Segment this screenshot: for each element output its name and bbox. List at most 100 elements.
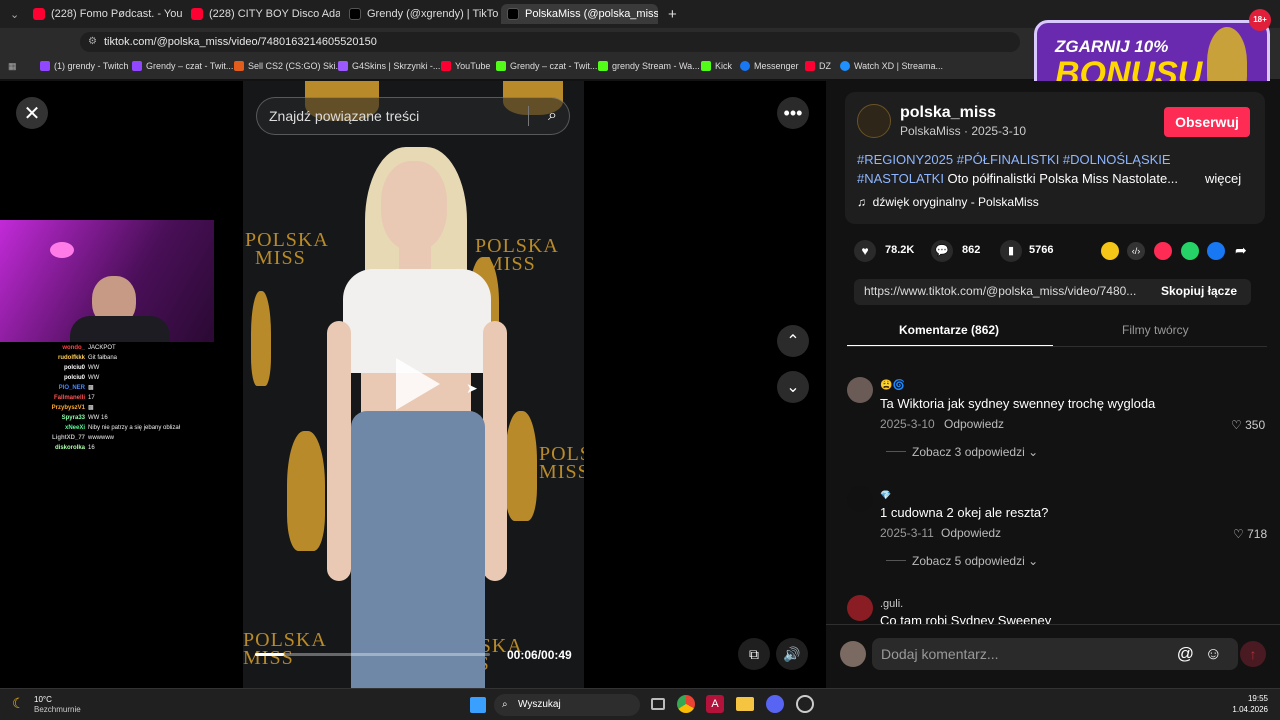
site-info-icon[interactable]: ⚙ [88, 32, 97, 52]
tab-creator-videos[interactable]: Filmy twórcy [1122, 323, 1189, 337]
tab-title: PolskaMiss (@polska_miss) | Tik [525, 8, 658, 20]
stream-chat-row: wondo_ JACKPOT [0, 343, 214, 353]
post-hashtag[interactable]: #NASTOLATKI [857, 171, 944, 186]
tiktok-icon [507, 8, 519, 20]
figure-arm [327, 321, 351, 581]
author-avatar[interactable] [857, 104, 891, 138]
emoji-icon[interactable]: ☺ [1205, 638, 1222, 670]
address-bar[interactable]: ⚙ tiktok.com/@polska_miss/video/74801632… [80, 32, 1020, 52]
bookmark-item[interactable]: YouTube [441, 61, 490, 71]
commenter-avatar[interactable] [847, 377, 873, 403]
chevron-down-icon: ⌄ [1028, 554, 1039, 568]
commenter-avatar[interactable] [847, 486, 873, 512]
bookmark-label: Messenger [754, 61, 799, 71]
steam-icon[interactable] [796, 695, 814, 713]
comment-like[interactable]: ♡ 350 [1231, 418, 1265, 432]
search-divider [528, 106, 529, 126]
floating-player-icon[interactable]: ⧉ [738, 638, 770, 670]
backdrop-logo-silhouette [287, 431, 325, 551]
close-icon[interactable]: ✕ [16, 97, 48, 129]
tab-comments[interactable]: Komentarze (862) [899, 323, 999, 337]
more-options-icon[interactable]: ••• [777, 97, 809, 129]
repost-icon[interactable] [1101, 242, 1119, 260]
follow-button[interactable]: Obserwuj [1164, 107, 1250, 137]
post-comment-icon[interactable]: ↑ [1240, 641, 1266, 667]
embed-icon[interactable]: ‹/› [1127, 242, 1145, 260]
view-replies-button[interactable]: Zobacz 3 odpowiedzi ⌄ [912, 445, 1038, 459]
comment-date: 2025-3-10 [880, 417, 935, 431]
discord-icon[interactable] [766, 695, 784, 713]
commenter-emoji-name[interactable]: 😩🌀 [880, 380, 905, 391]
kick-icon [598, 61, 608, 71]
tab-search-button[interactable]: ⌄ [4, 4, 24, 24]
backdrop-logo-text: POLSKAMISS [245, 230, 329, 268]
tab-city-boy[interactable]: (228) CITY BOY Disco Adamus 'ł ✕ [185, 4, 340, 24]
bookmark-item[interactable]: Grendy – czat - Twit... [132, 61, 233, 71]
new-tab-button[interactable]: + [662, 4, 682, 24]
next-video-icon[interactable]: ⌄ [777, 371, 809, 403]
share-arrow-icon[interactable]: ➦ [1235, 242, 1247, 259]
backdrop-logo-silhouette [251, 291, 271, 386]
comment-like[interactable]: ♡ 718 [1233, 527, 1267, 541]
whatsapp-icon[interactable] [1181, 242, 1199, 260]
weather-moon-icon: ☾ [12, 695, 25, 711]
bookmark-label: Grendy – czat - Twit... [510, 61, 598, 71]
chrome-icon[interactable] [677, 695, 695, 713]
task-view-icon[interactable] [651, 698, 665, 710]
comment-like-count: 350 [1245, 418, 1266, 432]
bookmark-item[interactable]: DZ [805, 61, 831, 71]
search-icon[interactable]: ⌕ [548, 98, 557, 134]
tiktok-icon [349, 8, 361, 20]
chat-username: rudolfkkk [57, 355, 85, 361]
comment-count: 862 [962, 244, 981, 256]
bookmark-item[interactable]: Grendy – czat - Twit... [496, 61, 597, 71]
bookmark-item[interactable]: G4Skins | Skrzynki -... [338, 61, 440, 71]
bookmark-item[interactable]: Watch XD | Streama... [840, 61, 943, 71]
kick-icon [701, 61, 711, 71]
apps-icon[interactable]: ▦ [8, 61, 17, 72]
tab-grendy-tiktok[interactable]: Grendy (@xgrendy) | TikTok ✕ [343, 4, 498, 24]
bookmark-item[interactable]: grendy Stream - Wa... [598, 61, 700, 71]
windows-start-icon[interactable] [470, 697, 486, 713]
comment-input[interactable]: Dodaj komentarz... @ ☺ [872, 638, 1238, 670]
bookmark-item[interactable]: Messenger [740, 61, 799, 71]
age-badge: 18+ [1249, 9, 1271, 31]
copy-link-button[interactable]: Skopiuj łącze [1161, 284, 1237, 298]
comment-icon[interactable]: 💬 [931, 240, 953, 262]
chat-message: 16 [88, 445, 95, 451]
commenter-name[interactable]: .guli. [880, 598, 903, 610]
file-explorer-icon[interactable] [736, 697, 754, 711]
related-search-input[interactable]: Znajdź powiązane treści ⌕ [256, 97, 570, 135]
view-replies-button[interactable]: Zobacz 5 odpowiedzi ⌄ [912, 554, 1038, 568]
youtube-icon [441, 61, 451, 71]
video-progress-bar[interactable] [255, 653, 490, 656]
reply-button[interactable]: Odpowiedz [941, 526, 1001, 540]
like-icon[interactable]: ♥ [854, 240, 876, 262]
taskbar-search[interactable]: ⌕ Wyszukaj [494, 694, 640, 716]
clock-date: 1.04.2026 [1232, 705, 1268, 714]
more-button[interactable]: więcej [1205, 171, 1241, 186]
save-count: 5766 [1029, 244, 1054, 256]
replies-line [886, 451, 906, 452]
send-icon[interactable] [1154, 242, 1172, 260]
post-hashtags[interactable]: #REGIONY2025 #PÓŁFINALISTKI #DOLNOŚLĄSKI… [857, 152, 1171, 167]
facebook-icon[interactable] [1207, 242, 1225, 260]
adobe-icon[interactable]: A [706, 695, 724, 713]
play-icon[interactable] [396, 358, 440, 410]
reply-button[interactable]: Odpowiedz [944, 417, 1004, 431]
my-avatar[interactable] [840, 641, 866, 667]
author-username[interactable]: polska_miss [900, 104, 996, 122]
volume-icon[interactable]: 🔊 [776, 638, 808, 670]
bookmark-item[interactable]: Sell CS2 (CS:GO) Ski... [234, 61, 343, 71]
bookmark-item[interactable]: Kick [701, 61, 732, 71]
previous-video-icon[interactable]: ⌃ [777, 325, 809, 357]
commenter-avatar[interactable] [847, 595, 873, 621]
tab-polskamiss-tiktok[interactable]: PolskaMiss (@polska_miss) | Tik ✕ [501, 4, 658, 24]
tab-fomo-podcast[interactable]: (228) Fomo Pødcast. - YouTube ✕ [27, 4, 182, 24]
bookmark-icon[interactable]: ▮ [1000, 240, 1022, 262]
bookmark-label: YouTube [455, 61, 491, 71]
post-sound[interactable]: ♫ dźwięk oryginalny - PolskaMiss [857, 195, 1039, 209]
bookmark-item[interactable]: (1) grendy - Twitch [40, 61, 128, 71]
mention-icon[interactable]: @ [1177, 638, 1194, 670]
replies-line [886, 560, 906, 561]
